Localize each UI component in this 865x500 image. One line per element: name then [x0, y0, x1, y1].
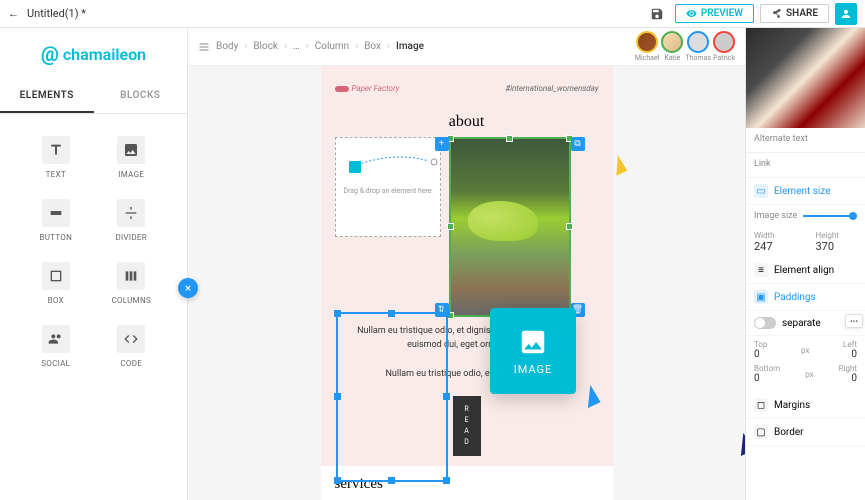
- canvas[interactable]: Body› Block› …› Column› Box› Image Micha…: [188, 28, 745, 500]
- preview-button[interactable]: PREVIEW: [675, 4, 754, 23]
- logo: @ chamaileon: [0, 28, 187, 80]
- left-panel: @ chamaileon ELEMENTS BLOCKS TEXT IMAGE …: [0, 28, 188, 500]
- avatar[interactable]: [661, 31, 683, 53]
- element-divider[interactable]: DIVIDER: [94, 189, 170, 252]
- border-row[interactable]: ▢ Border: [746, 419, 865, 446]
- logo-at-icon: @: [41, 42, 59, 66]
- box-icon: [42, 262, 70, 290]
- align-icon: ≡: [754, 263, 768, 277]
- padding-icon: ▣: [754, 290, 768, 304]
- code-icon: [117, 325, 145, 353]
- bc-body[interactable]: Body: [216, 41, 238, 52]
- secondary-selection[interactable]: [336, 312, 448, 482]
- separate-toggle[interactable]: [754, 317, 776, 329]
- resize-handle[interactable]: [506, 135, 513, 142]
- bc-block[interactable]: Block: [253, 41, 278, 52]
- resize-handle[interactable]: [566, 223, 573, 230]
- breadcrumb: Body› Block› …› Column› Box› Image Micha…: [188, 28, 745, 66]
- bc-ellipsis[interactable]: …: [293, 41, 300, 52]
- element-align-row[interactable]: ≡ Element align: [746, 257, 865, 284]
- margins-row[interactable]: ◻ Margins: [746, 392, 865, 419]
- alt-text-label: Alternate text: [754, 134, 857, 144]
- social-icon: [42, 325, 70, 353]
- more-icon[interactable]: •••: [845, 314, 863, 328]
- border-icon: ▢: [754, 425, 768, 439]
- avatar[interactable]: [687, 31, 709, 53]
- resize-handle[interactable]: [334, 310, 341, 317]
- size-icon: ▭: [754, 184, 768, 198]
- text-icon: [42, 136, 70, 164]
- image-icon: [117, 136, 145, 164]
- bc-box[interactable]: Box: [364, 41, 381, 52]
- drop-zone[interactable]: Drag & drop an element here: [335, 137, 441, 237]
- selected-image[interactable]: + ⧉ ⇅ 🗑: [449, 137, 571, 317]
- resize-handle[interactable]: [443, 310, 450, 317]
- resize-handle[interactable]: [443, 477, 450, 484]
- image-size-slider[interactable]: [803, 215, 857, 217]
- pad-left-input[interactable]: 0: [843, 349, 857, 360]
- width-input[interactable]: 247: [754, 240, 796, 253]
- button-icon: [42, 199, 70, 227]
- topbar: ← Untitled(1) * PREVIEW SHARE: [0, 0, 865, 28]
- back-arrow-icon[interactable]: ←: [8, 7, 19, 20]
- avatar[interactable]: [713, 31, 735, 53]
- element-columns[interactable]: COLUMNS: [94, 252, 170, 315]
- bc-image[interactable]: Image: [396, 41, 424, 52]
- bc-column[interactable]: Column: [315, 41, 349, 52]
- resize-handle[interactable]: [388, 477, 395, 484]
- dragging-image-tile[interactable]: IMAGE: [490, 308, 576, 394]
- hashtag: #international_womensday: [505, 84, 598, 93]
- resize-handle[interactable]: [443, 393, 450, 400]
- element-button[interactable]: BUTTON: [18, 189, 94, 252]
- user-icon[interactable]: [835, 3, 857, 25]
- element-code[interactable]: CODE: [94, 315, 170, 378]
- resize-handle[interactable]: [388, 310, 395, 317]
- save-icon[interactable]: [645, 2, 669, 26]
- properties-panel: Alternate text Link ▭ Element size Image…: [745, 28, 865, 500]
- dup-icon[interactable]: ⧉: [571, 137, 585, 151]
- columns-icon: [117, 262, 145, 290]
- paddings-row[interactable]: ▣ Paddings: [746, 284, 865, 311]
- element-box[interactable]: BOX: [18, 252, 94, 315]
- height-input[interactable]: 370: [816, 240, 858, 253]
- resize-handle[interactable]: [334, 477, 341, 484]
- element-size-row[interactable]: ▭ Element size: [746, 178, 865, 205]
- tab-elements[interactable]: ELEMENTS: [0, 80, 94, 113]
- share-button[interactable]: SHARE: [760, 4, 829, 23]
- avatar[interactable]: [636, 31, 658, 53]
- doc-title[interactable]: Untitled(1) *: [27, 7, 86, 20]
- close-panel-button[interactable]: ×: [178, 278, 198, 298]
- element-social[interactable]: SOCIAL: [18, 315, 94, 378]
- link-label: Link: [754, 159, 857, 169]
- image-size-label: Image size: [754, 211, 797, 221]
- resize-handle[interactable]: [447, 223, 454, 230]
- element-text[interactable]: TEXT: [18, 126, 94, 189]
- resize-handle[interactable]: [334, 393, 341, 400]
- about-heading[interactable]: about: [335, 113, 599, 131]
- preview-image[interactable]: [746, 28, 865, 128]
- chameleon-image: [451, 139, 569, 315]
- image-icon: [518, 327, 548, 357]
- pad-top-input[interactable]: 0: [754, 349, 767, 360]
- read-button[interactable]: READ: [453, 396, 481, 457]
- brand-logo: Paper Factory: [335, 84, 400, 93]
- add-icon[interactable]: +: [435, 137, 449, 151]
- pad-right-input[interactable]: 0: [839, 373, 857, 384]
- pad-bottom-input[interactable]: 0: [754, 373, 780, 384]
- structure-icon[interactable]: [198, 41, 210, 53]
- cursor-patrick-icon: [732, 432, 745, 456]
- tab-blocks[interactable]: BLOCKS: [94, 80, 188, 113]
- margins-icon: ◻: [754, 398, 768, 412]
- divider-icon: [117, 199, 145, 227]
- element-image[interactable]: IMAGE: [94, 126, 170, 189]
- collaborators: Michael Katie Thomas Patrick: [635, 31, 735, 62]
